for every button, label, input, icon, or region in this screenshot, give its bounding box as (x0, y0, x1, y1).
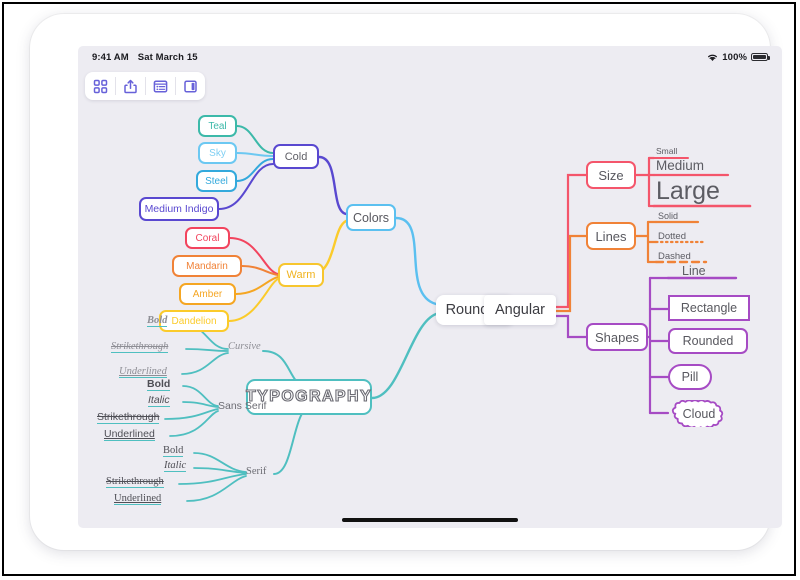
ipad-screen: 9:41 AM Sat March 15 100% Rounded Angula… (78, 46, 782, 528)
branch-node-lines[interactable]: Lines (586, 222, 636, 250)
shape-item-line[interactable]: Line (682, 264, 706, 278)
typography-item-sans-bold[interactable]: Bold (147, 378, 171, 391)
color-node-teal[interactable]: Teal (198, 115, 237, 137)
color-node-mandarin[interactable]: Mandarin (172, 255, 242, 277)
color-node-medium-indigo[interactable]: Medium Indigo (139, 197, 219, 221)
branch-node-shapes[interactable]: Shapes (586, 323, 648, 351)
color-node-steel-label: Steel (205, 175, 228, 187)
typography-item-serif-strikethrough[interactable]: Strikethrough (106, 476, 164, 488)
shape-item-rounded[interactable]: Rounded (668, 328, 748, 354)
home-indicator (342, 518, 518, 522)
shape-item-cloud[interactable]: Cloud (668, 400, 730, 427)
color-node-dandelion-label: Dandelion (171, 315, 217, 327)
branch-node-colors-label: Colors (352, 210, 390, 225)
line-item-dashed[interactable]: Dashed (658, 251, 691, 262)
color-node-amber-label: Amber (192, 288, 223, 300)
typography-item-cursive-strikethrough[interactable]: Strikethrough (111, 341, 169, 353)
root-node-angular-label: Angular (495, 302, 545, 318)
color-node-sky[interactable]: Sky (198, 142, 237, 164)
size-item-large[interactable]: Large (656, 177, 720, 206)
root-node-angular[interactable]: Angular (484, 295, 556, 325)
size-item-medium[interactable]: Medium (656, 158, 704, 173)
branch-node-lines-label: Lines (595, 228, 627, 244)
branch-node-size[interactable]: Size (586, 161, 636, 189)
line-item-solid[interactable]: Solid (658, 211, 678, 221)
typography-item-cursive-underlined[interactable]: Underlined (119, 366, 167, 378)
color-node-amber[interactable]: Amber (179, 283, 236, 305)
typography-item-sans-underlined[interactable]: Underlined (104, 428, 155, 441)
typography-item-serif-bold[interactable]: Bold (163, 445, 184, 457)
group-label-sans-serif[interactable]: Sans Serif (218, 400, 266, 412)
branch-node-shapes-label: Shapes (594, 329, 640, 345)
typography-item-sans-italic[interactable]: Italic (148, 394, 170, 407)
typography-item-serif-italic[interactable]: Italic (164, 460, 187, 472)
color-node-mandarin-label: Mandarin (186, 260, 228, 272)
group-node-warm[interactable]: Warm (278, 263, 324, 287)
line-item-dotted[interactable]: Dotted (658, 231, 686, 242)
size-item-small[interactable]: Small (656, 146, 677, 156)
typography-item-cursive-bold[interactable]: Bold (147, 315, 168, 327)
group-label-cursive[interactable]: Cursive (228, 341, 261, 352)
typography-item-sans-strikethrough[interactable]: Strikethrough (97, 411, 160, 424)
typography-item-serif-underlined[interactable]: Underlined (114, 493, 162, 505)
shape-item-pill[interactable]: Pill (668, 364, 712, 390)
color-node-steel[interactable]: Steel (196, 170, 237, 192)
color-node-medium-indigo-label: Medium Indigo (144, 203, 214, 215)
shape-item-rectangle[interactable]: Rectangle (668, 295, 750, 321)
color-node-dandelion[interactable]: Dandelion (159, 310, 229, 332)
group-node-cold-label: Cold (284, 150, 308, 163)
color-node-coral-label: Coral (195, 232, 220, 244)
branch-node-colors[interactable]: Colors (346, 204, 396, 231)
group-node-warm-label: Warm (286, 269, 316, 281)
group-label-serif[interactable]: Serif (246, 466, 266, 477)
color-node-sky-label: Sky (209, 147, 226, 159)
color-node-teal-label: Teal (208, 120, 227, 132)
mindmap-canvas[interactable]: Rounded Angular Colors Cold Warm Teal Sk… (78, 46, 782, 528)
ipad-device-frame: 9:41 AM Sat March 15 100% Rounded Angula… (30, 14, 782, 550)
branch-node-size-label: Size (598, 167, 624, 183)
group-node-cold[interactable]: Cold (273, 144, 319, 169)
color-node-coral[interactable]: Coral (185, 227, 230, 249)
